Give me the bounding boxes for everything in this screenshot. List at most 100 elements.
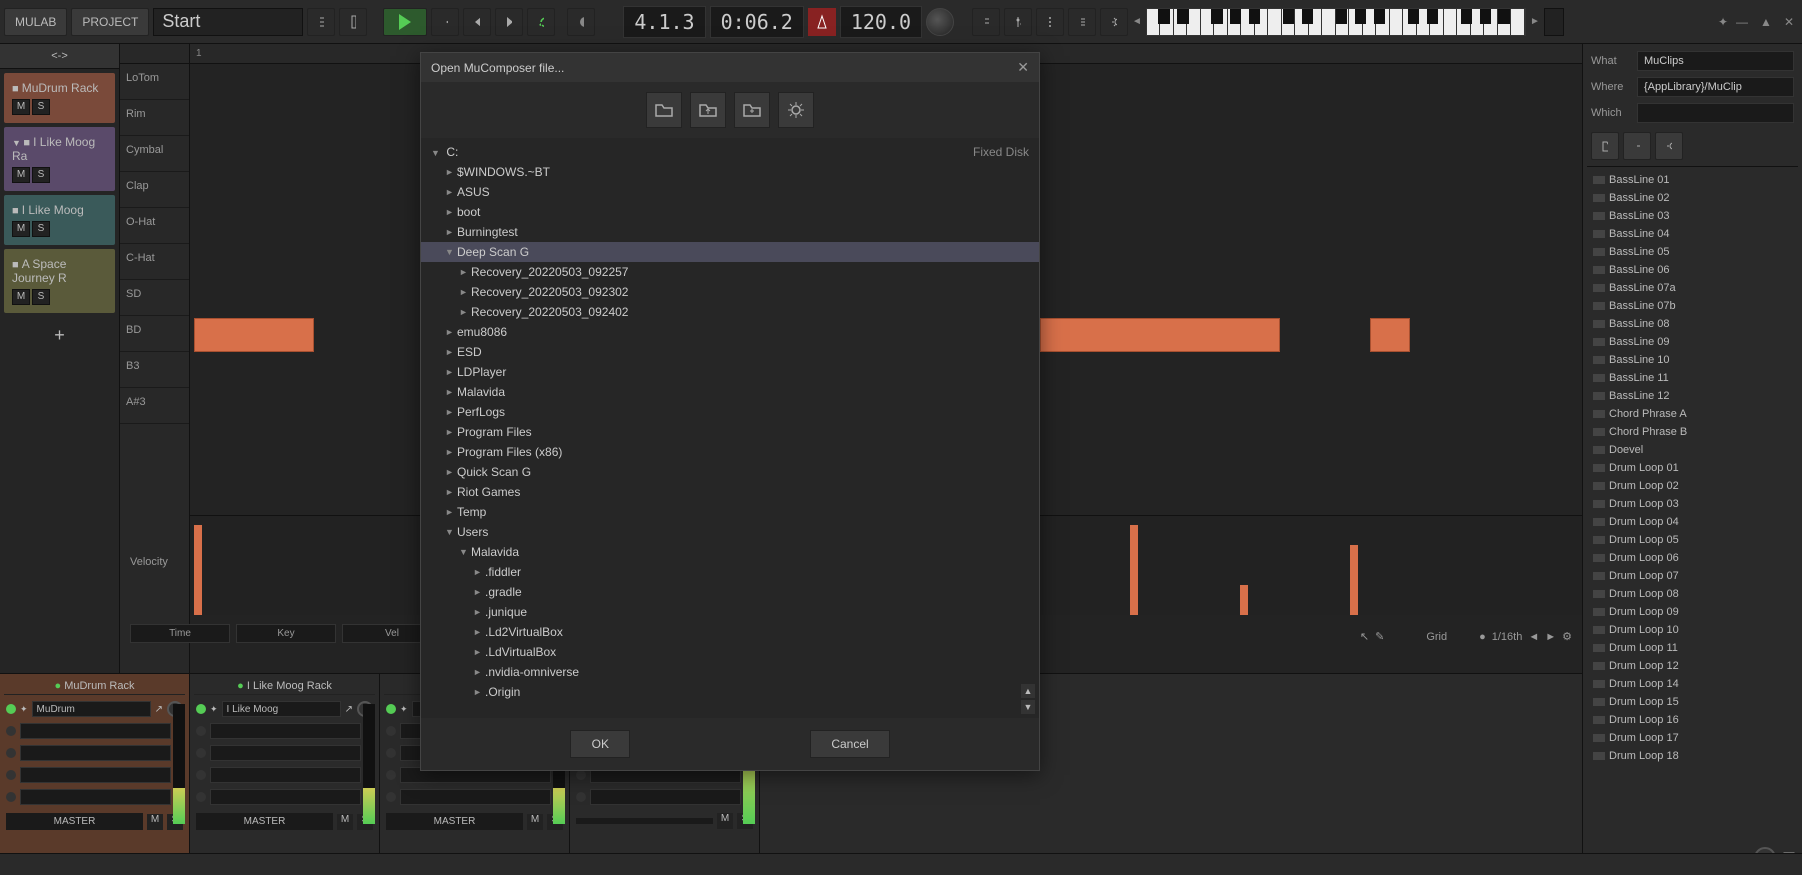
track-header[interactable]: <-> xyxy=(0,44,119,69)
mulab-menu[interactable]: MULAB xyxy=(4,8,67,36)
insert-slot[interactable] xyxy=(210,789,361,805)
clip-list-item[interactable]: BassLine 07b xyxy=(1587,297,1798,315)
close-window-icon[interactable]: ✕ xyxy=(1780,15,1798,29)
drum-lane[interactable]: B3 xyxy=(120,352,189,388)
panel-icon[interactable] xyxy=(339,8,367,36)
arrange-icon[interactable] xyxy=(307,8,335,36)
tree-item[interactable]: ► .Ld2VirtualBox xyxy=(421,622,1039,642)
clip-list[interactable]: BassLine 01BassLine 02BassLine 03BassLin… xyxy=(1587,171,1798,874)
drum-lane[interactable]: O-Hat xyxy=(120,208,189,244)
clip-list-item[interactable]: Drum Loop 11 xyxy=(1587,639,1798,657)
ok-button[interactable]: OK xyxy=(570,730,630,758)
tree-item[interactable]: ► .nvidia-omniverse xyxy=(421,662,1039,682)
tree-item[interactable]: ► Recovery_20220503_092257 xyxy=(421,262,1039,282)
channel-mute[interactable]: M xyxy=(147,814,163,830)
clip-list-item[interactable]: Drum Loop 15 xyxy=(1587,693,1798,711)
clip-list-item[interactable]: Drum Loop 16 xyxy=(1587,711,1798,729)
clip-list-item[interactable]: BassLine 07a xyxy=(1587,279,1798,297)
tree-item[interactable]: ▼ Deep Scan G xyxy=(421,242,1039,262)
tree-item[interactable]: ► Recovery_20220503_092402 xyxy=(421,302,1039,322)
keyboard-range[interactable] xyxy=(1544,8,1564,36)
pointer-tool-icon[interactable]: ↖ xyxy=(1360,630,1369,643)
tree-root[interactable]: ▼ C: Fixed Disk xyxy=(421,142,1039,162)
time-field[interactable]: Time xyxy=(130,624,230,643)
clip-list-item[interactable]: Drum Loop 05 xyxy=(1587,531,1798,549)
tempo-knob[interactable] xyxy=(926,8,954,36)
insert-slot[interactable] xyxy=(20,745,171,761)
clip-list-item[interactable]: Drum Loop 06 xyxy=(1587,549,1798,567)
insert-slot[interactable] xyxy=(400,789,551,805)
play-button[interactable] xyxy=(383,8,427,36)
tree-item[interactable]: ► Program Files (x86) xyxy=(421,442,1039,462)
insert-slot[interactable] xyxy=(210,723,361,739)
add-track-button[interactable]: + xyxy=(0,317,119,354)
clip-list-item[interactable]: Drum Loop 02 xyxy=(1587,477,1798,495)
pencil-tool-icon[interactable]: ✎ xyxy=(1375,630,1384,643)
where-field[interactable]: {AppLibrary}/MuClip xyxy=(1637,77,1794,97)
tree-item[interactable]: ► Program Files xyxy=(421,422,1039,442)
clip-list-item[interactable]: Drum Loop 04 xyxy=(1587,513,1798,531)
grid-settings-icon[interactable]: ⚙ xyxy=(1562,630,1572,643)
solo-button[interactable]: S xyxy=(32,221,50,237)
track-block[interactable]: ■ I Like MoogMS xyxy=(4,195,115,245)
tree-item[interactable]: ► Temp xyxy=(421,502,1039,522)
folder-icon[interactable] xyxy=(646,92,682,128)
clip-list-item[interactable]: BassLine 03 xyxy=(1587,207,1798,225)
tree-item[interactable]: ► boot xyxy=(421,202,1039,222)
tree-item[interactable]: ► LDPlayer xyxy=(421,362,1039,382)
solo-button[interactable]: S xyxy=(32,289,50,305)
drum-lane[interactable]: Rim xyxy=(120,100,189,136)
forward-button[interactable] xyxy=(495,8,523,36)
what-field[interactable]: MuClips xyxy=(1637,51,1794,71)
tree-item[interactable]: ► .junique xyxy=(421,602,1039,622)
spark-icon[interactable]: ✦ xyxy=(1718,15,1728,29)
mixer-icon[interactable] xyxy=(1004,8,1032,36)
clip-list-item[interactable]: Drum Loop 18 xyxy=(1587,747,1798,765)
clip-list-item[interactable]: BassLine 08 xyxy=(1587,315,1798,333)
drum-lane[interactable]: Clap xyxy=(120,172,189,208)
key-field[interactable]: Key xyxy=(236,624,336,643)
clip-list-item[interactable]: BassLine 04 xyxy=(1587,225,1798,243)
channel-mute[interactable]: M xyxy=(527,814,543,830)
clip-list-item[interactable]: Drum Loop 14 xyxy=(1587,675,1798,693)
settings-icon[interactable] xyxy=(1100,8,1128,36)
midi-clip[interactable] xyxy=(194,318,314,352)
scroll-down-icon[interactable]: ▼ xyxy=(1021,700,1035,714)
insert-slot[interactable]: MuDrum xyxy=(32,701,151,717)
track-block[interactable]: ■ A Space Journey RMS xyxy=(4,249,115,313)
clip-list-item[interactable]: Drum Loop 09 xyxy=(1587,603,1798,621)
tree-item[interactable]: ► Riot Games xyxy=(421,482,1039,502)
tree-item[interactable]: ▼ Users xyxy=(421,522,1039,542)
midi-clip[interactable] xyxy=(1040,318,1280,352)
tree-item[interactable]: ► PerfLogs xyxy=(421,402,1039,422)
loop-button[interactable] xyxy=(527,8,555,36)
tree-item[interactable]: ► emu8086 xyxy=(421,322,1039,342)
clip-list-item[interactable]: BassLine 06 xyxy=(1587,261,1798,279)
track-block[interactable]: ▼ ■ I Like Moog RaMS xyxy=(4,127,115,191)
browser-settings-icon[interactable] xyxy=(1655,132,1683,160)
tree-item[interactable]: ► $WINDOWS.~BT xyxy=(421,162,1039,182)
solo-button[interactable]: S xyxy=(32,99,50,115)
dialog-close-icon[interactable]: ✕ xyxy=(1017,59,1029,76)
insert-slot[interactable] xyxy=(20,767,171,783)
insert-slot[interactable]: I Like Moog xyxy=(222,701,341,717)
tree-item[interactable]: ► Burningtest xyxy=(421,222,1039,242)
tempo-display[interactable]: 120.0 xyxy=(840,6,922,38)
time-display[interactable]: 0:06.2 xyxy=(710,6,804,38)
position-display[interactable]: 4.1.3 xyxy=(623,6,705,38)
output-selector[interactable]: MASTER xyxy=(196,813,333,830)
mute-button[interactable]: M xyxy=(12,289,30,305)
insert-slot[interactable] xyxy=(210,767,361,783)
tree-item[interactable]: ► ESD xyxy=(421,342,1039,362)
output-selector[interactable]: MASTER xyxy=(6,813,143,830)
output-selector[interactable] xyxy=(576,818,713,824)
clip-list-item[interactable]: Drum Loop 08 xyxy=(1587,585,1798,603)
clip-list-item[interactable]: BassLine 10 xyxy=(1587,351,1798,369)
tree-item[interactable]: ► .gradle xyxy=(421,582,1039,602)
minimize-icon[interactable]: — xyxy=(1732,15,1752,29)
clip-list-item[interactable]: Drum Loop 07 xyxy=(1587,567,1798,585)
folder-up-icon[interactable] xyxy=(690,92,726,128)
midi-clip[interactable] xyxy=(1370,318,1410,352)
clip-list-item[interactable]: Drum Loop 03 xyxy=(1587,495,1798,513)
dialog-settings-icon[interactable] xyxy=(778,92,814,128)
